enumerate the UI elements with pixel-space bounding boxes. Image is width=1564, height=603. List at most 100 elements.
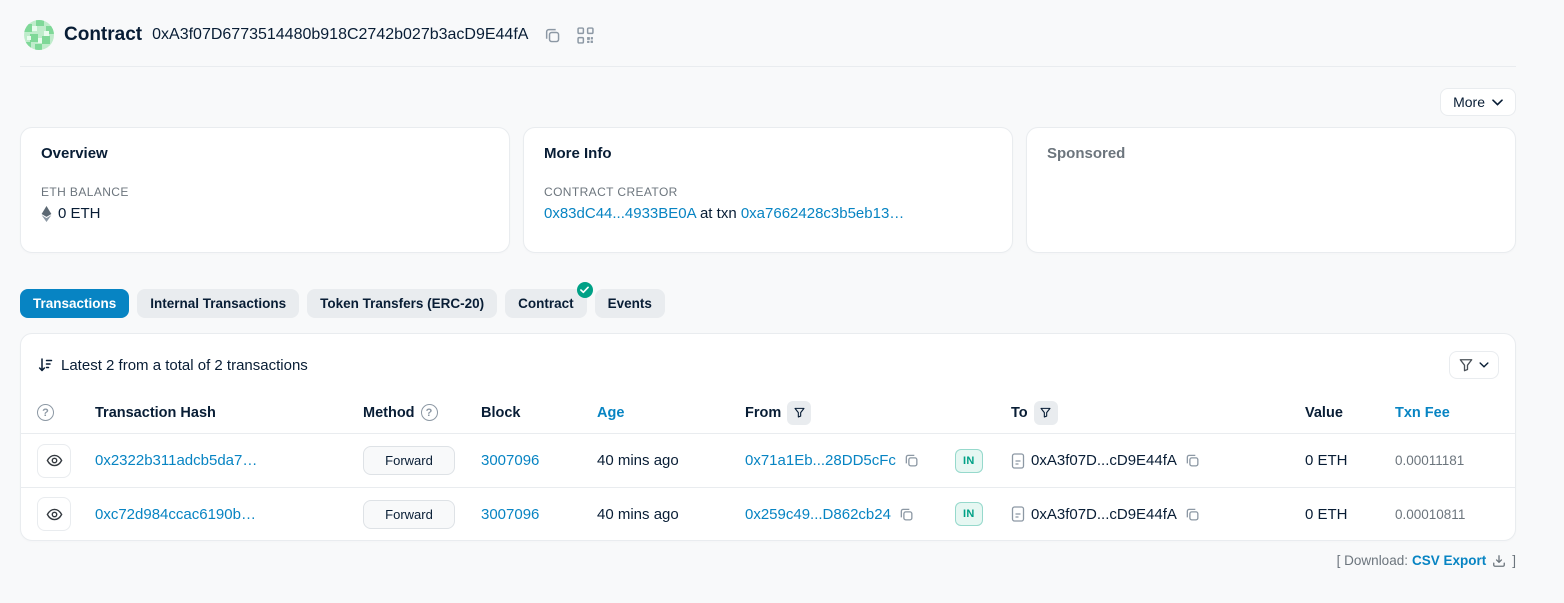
- tab-bar: Transactions Internal Transactions Token…: [20, 289, 1516, 318]
- table-row: 0xc72d984ccac6190b… Forward 3007096 40 m…: [21, 487, 1515, 540]
- info-cards: Overview ETH BALANCE 0 ETH More Info CON…: [20, 127, 1516, 253]
- from-address-link[interactable]: 0x259c49...D862cb24: [745, 506, 891, 523]
- transactions-summary: Latest 2 from a total of 2 transactions: [37, 357, 308, 374]
- download-icon: [1492, 554, 1506, 568]
- direction-badge: IN: [955, 449, 983, 473]
- actions-row: More: [20, 88, 1516, 116]
- header-value-label: Value: [1305, 405, 1343, 421]
- tab-contract[interactable]: Contract: [505, 289, 587, 318]
- download-prefix: [ Download:: [1337, 553, 1408, 568]
- more-button-label: More: [1453, 94, 1485, 110]
- creator-txn-link[interactable]: 0xa7662428c3b5eb13…: [741, 205, 904, 222]
- page-title: Contract: [64, 24, 142, 46]
- header-method: Method ?: [363, 404, 481, 421]
- table-header-row: ? Transaction Hash Method ? Block Age Fr…: [21, 392, 1515, 434]
- eye-icon[interactable]: [37, 444, 71, 478]
- copy-icon[interactable]: [899, 507, 914, 522]
- transactions-summary-text: Latest 2 from a total of 2 transactions: [61, 357, 308, 374]
- overview-title: Overview: [41, 145, 489, 162]
- copy-icon[interactable]: [1185, 453, 1200, 468]
- header-from-label: From: [745, 405, 781, 421]
- transactions-toolbar: Latest 2 from a total of 2 transactions: [21, 334, 1515, 392]
- header-age: Age: [597, 405, 745, 421]
- contract-doc-icon: [1011, 506, 1025, 522]
- sort-descending-icon: [37, 357, 53, 373]
- qr-code-icon[interactable]: [577, 27, 594, 44]
- age-text: 40 mins ago: [597, 452, 679, 469]
- sponsored-title: Sponsored: [1047, 145, 1495, 162]
- row-preview-cell: [37, 497, 95, 531]
- csv-export-link[interactable]: CSV Export: [1412, 553, 1486, 568]
- creator-connector: at txn: [700, 205, 737, 222]
- transactions-card: Latest 2 from a total of 2 transactions …: [20, 333, 1516, 541]
- age-text: 40 mins ago: [597, 506, 679, 523]
- tab-token-transfers-label: Token Transfers (ERC-20): [320, 296, 484, 311]
- header-to-label: To: [1011, 405, 1028, 421]
- tab-transactions[interactable]: Transactions: [20, 289, 129, 318]
- header-txn-hash-label: Transaction Hash: [95, 405, 216, 421]
- header-method-label: Method: [363, 405, 415, 421]
- header-from: From: [745, 401, 955, 425]
- eth-balance-value: 0 ETH: [58, 205, 101, 222]
- eth-balance-value-row: 0 ETH: [41, 205, 489, 222]
- table-filter-button[interactable]: [1449, 351, 1499, 379]
- sponsored-card: Sponsored: [1026, 127, 1516, 253]
- overview-card: Overview ETH BALANCE 0 ETH: [20, 127, 510, 253]
- tab-internal-transactions-label: Internal Transactions: [150, 296, 286, 311]
- header-age-toggle[interactable]: Age: [597, 405, 624, 421]
- copy-icon[interactable]: [904, 453, 919, 468]
- eth-diamond-icon: [41, 206, 52, 222]
- header-txn-hash: Transaction Hash: [95, 405, 363, 421]
- tab-internal-transactions[interactable]: Internal Transactions: [137, 289, 299, 318]
- header-block: Block: [481, 405, 597, 421]
- more-info-card: More Info CONTRACT CREATOR 0x83dC44...49…: [523, 127, 1013, 253]
- contract-creator-row: 0x83dC44...4933BE0A at txn 0xa7662428c3b…: [544, 205, 992, 222]
- header-to: To: [1011, 401, 1305, 425]
- block-link[interactable]: 3007096: [481, 452, 539, 469]
- table-row: 0x2322b311adcb5da7… Forward 3007096 40 m…: [21, 434, 1515, 487]
- question-circle-icon[interactable]: ?: [37, 404, 54, 421]
- block-link[interactable]: 3007096: [481, 506, 539, 523]
- header-help: ?: [37, 404, 95, 421]
- from-address-link[interactable]: 0x71a1Eb...28DD5cFc: [745, 452, 896, 469]
- download-suffix: ]: [1512, 553, 1516, 568]
- txn-fee-text: 0.00011181: [1395, 453, 1464, 468]
- funnel-icon: [1459, 358, 1473, 372]
- txn-hash-link[interactable]: 0xc72d984ccac6190b…: [95, 506, 256, 523]
- eye-icon[interactable]: [37, 497, 71, 531]
- copy-icon[interactable]: [1185, 507, 1200, 522]
- header-txn-fee-toggle[interactable]: Txn Fee: [1395, 405, 1450, 421]
- to-address: 0xA3f07D...cD9E44fA: [1031, 452, 1177, 469]
- contract-doc-icon: [1011, 453, 1025, 469]
- contract-avatar: [24, 20, 54, 50]
- value-text: 0 ETH: [1305, 452, 1348, 469]
- contract-address: 0xA3f07D6773514480b918C2742b027b3acD9E44…: [152, 26, 528, 44]
- to-address: 0xA3f07D...cD9E44fA: [1031, 506, 1177, 523]
- more-info-title: More Info: [544, 145, 992, 162]
- method-badge: Forward: [363, 446, 455, 475]
- creator-address-link[interactable]: 0x83dC44...4933BE0A: [544, 205, 696, 222]
- from-filter-button[interactable]: [787, 401, 811, 425]
- tab-events-label: Events: [608, 296, 652, 311]
- copy-address-icon[interactable]: [544, 27, 561, 44]
- more-button[interactable]: More: [1440, 88, 1516, 116]
- contract-creator-label: CONTRACT CREATOR: [544, 185, 992, 199]
- download-row: [ Download: CSV Export ]: [20, 553, 1516, 568]
- eth-balance-label: ETH BALANCE: [41, 185, 489, 199]
- to-filter-button[interactable]: [1034, 401, 1058, 425]
- tab-transactions-label: Transactions: [33, 296, 116, 311]
- page-header: Contract 0xA3f07D6773514480b918C2742b027…: [20, 0, 1516, 67]
- verified-check-icon: [577, 282, 593, 298]
- txn-hash-link[interactable]: 0x2322b311adcb5da7…: [95, 452, 257, 469]
- tab-events[interactable]: Events: [595, 289, 665, 318]
- method-badge: Forward: [363, 500, 455, 529]
- contract-page: Contract 0xA3f07D6773514480b918C2742b027…: [0, 0, 1564, 568]
- direction-badge: IN: [955, 502, 983, 526]
- tab-contract-label: Contract: [518, 296, 574, 311]
- header-value: Value: [1305, 405, 1395, 421]
- chevron-down-icon: [1479, 362, 1489, 368]
- tab-token-transfers[interactable]: Token Transfers (ERC-20): [307, 289, 497, 318]
- value-text: 0 ETH: [1305, 506, 1348, 523]
- question-circle-icon[interactable]: ?: [421, 404, 438, 421]
- header-block-label: Block: [481, 405, 521, 421]
